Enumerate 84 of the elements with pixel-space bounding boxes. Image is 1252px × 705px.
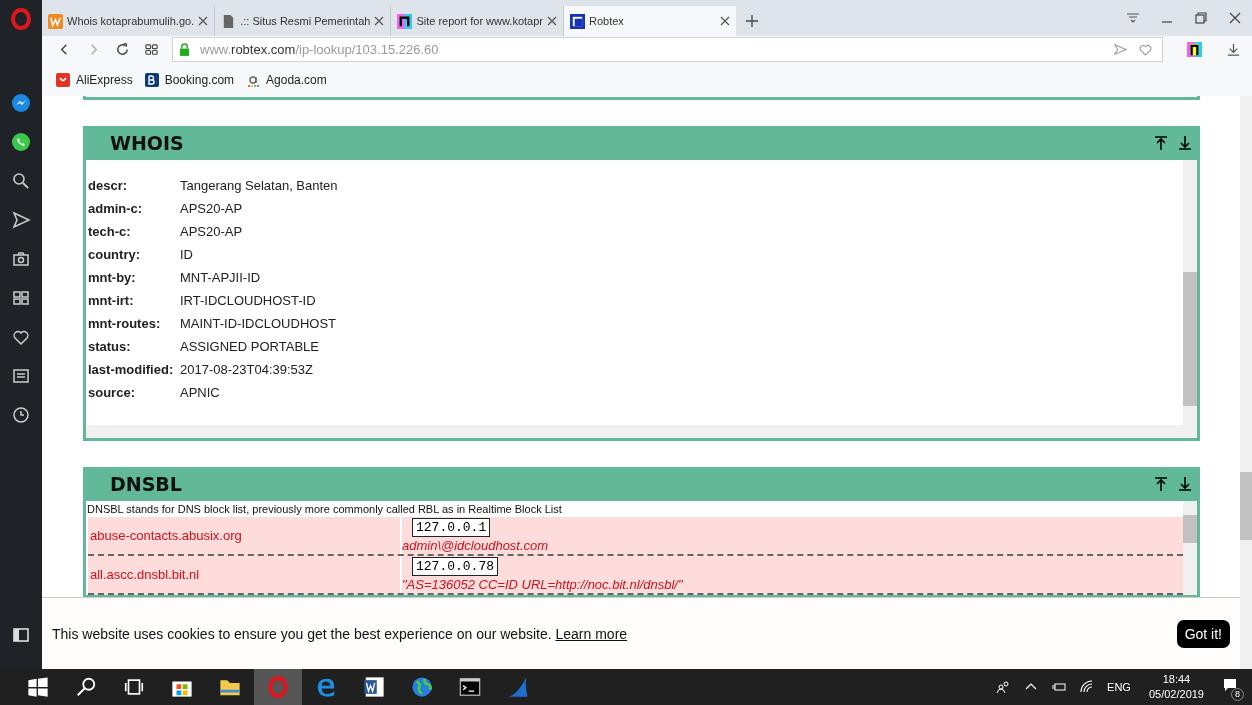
news-icon[interactable] <box>11 366 31 386</box>
field-value: APNIC <box>180 385 220 400</box>
new-tab-icon[interactable] <box>745 15 758 27</box>
search-icon[interactable] <box>11 171 31 191</box>
scroll-to-bottom-icon[interactable] <box>1177 135 1193 151</box>
people-icon[interactable] <box>995 679 1012 695</box>
field-label: country: <box>88 247 141 262</box>
letter-b-icon <box>144 72 159 87</box>
download-icon[interactable] <box>1226 42 1241 57</box>
site-icon <box>569 13 585 29</box>
language-indicator[interactable]: ENG <box>1107 681 1131 693</box>
clock[interactable]: 18:44 05/02/2019 <box>1148 672 1204 702</box>
close-icon[interactable] <box>719 16 730 26</box>
field-value: APS20-AP <box>180 224 243 239</box>
scrollbar[interactable] <box>1183 160 1197 425</box>
close-icon[interactable] <box>546 16 557 26</box>
field-value: MAINT-ID-IDCLOUDHOST <box>180 316 336 331</box>
field-label: mnt-by: <box>88 270 137 285</box>
notification-count: 8 <box>1231 688 1244 701</box>
restore-icon[interactable] <box>1193 10 1209 26</box>
panel-title: DNSBL <box>110 473 183 495</box>
send-icon[interactable] <box>11 210 31 230</box>
cookie-message: This website uses cookies to ensure you get the best experience on our website. Learn more <box>52 625 628 642</box>
edge-browser-icon[interactable] <box>315 676 337 698</box>
bookmark-link[interactable]: Booking.com <box>144 72 235 87</box>
field-label: source: <box>88 385 136 400</box>
task-view-icon[interactable] <box>123 676 145 698</box>
bookmark-link[interactable]: AliExpress <box>56 72 133 87</box>
word-icon[interactable] <box>363 676 385 698</box>
scroll-to-top-icon[interactable] <box>1153 476 1169 492</box>
field-label: admin-c: <box>88 201 144 216</box>
page-scrollbar[interactable] <box>1240 96 1252 669</box>
ip-address: 127.0.0.78 <box>412 557 498 576</box>
field-value: MNT-APJII-ID <box>180 270 261 285</box>
field-label: descr: <box>88 178 129 193</box>
host-name: abuse-contacts.abusix.org <box>88 517 402 554</box>
bookmark-link[interactable]: Agoda.com <box>246 72 327 87</box>
description-text: DNSBL stands for DNS block list, previously more commonly called RBL as in Realtime Block List <box>86 502 563 517</box>
terminal-icon[interactable] <box>459 676 481 698</box>
site-icon <box>48 13 63 29</box>
windows-start-icon[interactable] <box>27 676 49 698</box>
field-value: IRT-IDCLOUDHOST-ID <box>180 293 316 308</box>
speed-dial-icon[interactable] <box>11 288 31 308</box>
clock-icon[interactable] <box>11 405 31 425</box>
learn-more-link[interactable]: Learn more <box>555 625 628 642</box>
response-text: admin\@idcloudhost.com <box>402 537 549 554</box>
field-value: 2017-08-23T04:39:53Z <box>180 362 313 377</box>
scroll-to-top-icon[interactable] <box>1153 135 1169 151</box>
close-icon[interactable] <box>198 16 209 26</box>
field-label: status: <box>88 339 132 354</box>
camera-icon[interactable] <box>11 249 31 269</box>
notifications-icon[interactable] <box>1222 677 1238 693</box>
field-value: ID <box>180 247 193 262</box>
whatsapp-icon[interactable] <box>11 132 31 152</box>
field-value: Tangerang Selatan, Banten <box>180 178 338 193</box>
scrollbar[interactable] <box>86 425 1197 438</box>
field-label: tech-c: <box>88 224 132 239</box>
opera-logo-icon[interactable] <box>11 8 31 30</box>
extension-icon[interactable] <box>1187 42 1202 57</box>
scroll-to-bottom-icon[interactable] <box>1177 476 1193 492</box>
close-icon[interactable] <box>374 16 385 26</box>
speed-dial-icon[interactable] <box>144 42 159 57</box>
field-value: APS20-AP <box>180 201 243 216</box>
field-value: ASSIGNED PORTABLE <box>180 339 319 354</box>
field-label: mnt-routes: <box>88 316 162 331</box>
search-icon[interactable] <box>75 676 97 698</box>
shark-fin-icon[interactable] <box>507 676 529 698</box>
bag-icon <box>56 72 70 87</box>
site-icon <box>397 13 413 29</box>
got-it-button[interactable]: Got it! <box>1176 619 1230 648</box>
browser-tab[interactable]: Robtex <box>563 6 736 36</box>
close-icon[interactable] <box>1227 10 1243 26</box>
panel-title: WHOIS <box>110 132 185 154</box>
scrollbar[interactable] <box>1183 501 1197 595</box>
sidebar-toggle-icon[interactable] <box>11 625 31 645</box>
field-label: mnt-irt: <box>88 293 135 308</box>
messenger-icon[interactable] <box>11 93 31 113</box>
ip-address: 127.0.0.1 <box>412 518 491 537</box>
response-text: "AS=136052 CC=ID URL=http://noc.bit.nl/dnsbl/" <box>402 576 683 593</box>
reload-icon[interactable] <box>115 42 130 57</box>
field-label: last-modified: <box>88 362 175 377</box>
lock-icon <box>179 43 190 56</box>
host-name: all.ascc.dnsbl.bit.nl <box>88 556 402 593</box>
globe-icon[interactable] <box>411 676 433 698</box>
